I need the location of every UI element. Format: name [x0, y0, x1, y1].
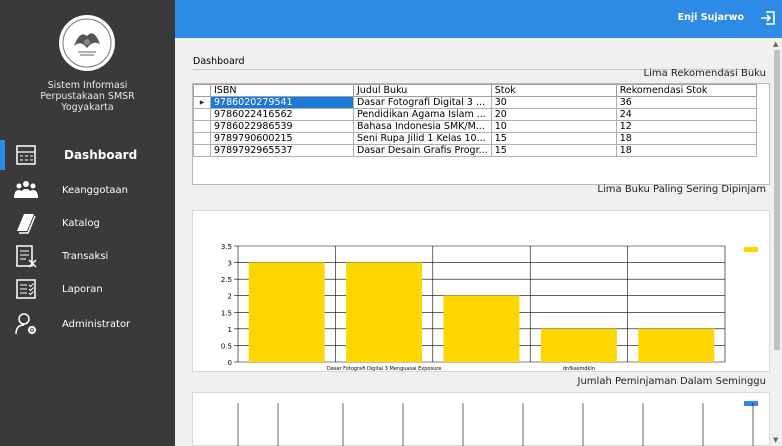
- x-tick-label: dnfkasmdkln: [563, 366, 595, 372]
- bar-chart: 00.511.522.533.5Dasar Desain Grafis Prog…: [221, 243, 758, 380]
- sidebar-item-katalog[interactable]: Katalog: [0, 208, 175, 238]
- logout-icon[interactable]: [760, 10, 776, 26]
- sidebar-item-label: Transaksi: [62, 250, 109, 262]
- table-cell[interactable]: Dasar Desain Grafis Progr...: [353, 144, 492, 157]
- row-selector: [193, 144, 211, 157]
- column-header[interactable]: Rekomendasi Stok: [615, 84, 757, 97]
- row-selector: [193, 132, 211, 145]
- table-cell[interactable]: 12: [615, 120, 757, 133]
- sidebar-item-label: Dashboard: [64, 148, 138, 162]
- main-content: Dashboard Lima Rekomendasi Buku ISBN Jud…: [175, 38, 782, 446]
- y-tick-label: 2.5: [221, 276, 232, 284]
- y-tick-label: 3: [228, 260, 232, 268]
- transaction-icon: [16, 245, 37, 268]
- y-tick-label: 0.5: [221, 342, 232, 350]
- active-indicator: [0, 140, 5, 170]
- bar: [346, 262, 423, 362]
- table-cell[interactable]: 9786022986539: [210, 120, 354, 133]
- scroll-up-icon[interactable]: ▲: [773, 40, 778, 48]
- weekly-borrowing-chart: [192, 392, 770, 446]
- sidebar-item-label: Keanggotaan: [62, 184, 129, 196]
- table-cell[interactable]: Pendidikan Agama Islam ...: [353, 108, 492, 121]
- row-selector: [193, 120, 211, 133]
- bar: [540, 328, 617, 362]
- borrowed-chart-title: Lima Buku Paling Sering Dipinjam: [597, 184, 766, 195]
- table-cell[interactable]: Dasar Fotografi Digital 3 ...: [353, 96, 492, 109]
- dashboard-icon: [16, 145, 36, 165]
- bar: [638, 328, 715, 362]
- app-title: Sistem Informasi Perpustakaan SMSR Yogya…: [0, 80, 175, 113]
- table-cell[interactable]: 15: [490, 132, 617, 145]
- sidebar-item-label: Katalog: [62, 217, 100, 229]
- top-bar: Enji Sujarwo: [175, 0, 782, 38]
- app-title-line: Sistem Informasi: [47, 80, 128, 91]
- column-header[interactable]: Stok: [490, 84, 617, 97]
- x-tick-label: Dasar Fotografi Digital 3 Menguasai Expo…: [327, 366, 441, 372]
- row-selector: [193, 108, 211, 121]
- table-row[interactable]: 9789790600215 Seni Rupa Jilid 1 Kelas 10…: [193, 132, 757, 145]
- bar-chart: [237, 401, 758, 446]
- recommend-title: Lima Rekomendasi Buku: [643, 68, 767, 79]
- table-cell[interactable]: 15: [490, 144, 617, 157]
- app-title-line: Perpustakaan SMSR: [40, 91, 135, 102]
- y-tick-label: 2: [228, 293, 232, 301]
- column-header[interactable]: ISBN: [210, 84, 354, 97]
- row-header-corner: [193, 84, 211, 97]
- table-cell[interactable]: 10: [490, 120, 617, 133]
- sidebar-item-dashboard[interactable]: Dashboard: [0, 140, 175, 170]
- top-borrowed-chart: 00.511.522.533.5Dasar Desain Grafis Prog…: [192, 210, 770, 380]
- table-cell[interactable]: Bahasa Indonesia SMK/M...: [353, 120, 492, 133]
- data-grid: ISBN Judul Buku Stok Rekomendasi Stok ▶ …: [193, 84, 757, 157]
- sidebar-item-label: Administrator: [62, 318, 131, 330]
- page-title: Dashboard: [193, 56, 245, 67]
- row-selector-arrow-icon: ▶: [193, 96, 211, 109]
- legend-swatch: [744, 247, 758, 252]
- table-row[interactable]: 9789792965537 Dasar Desain Grafis Progr.…: [193, 144, 757, 157]
- logo-emblem-icon: [62, 18, 112, 68]
- sidebar-item-laporan[interactable]: Laporan: [0, 274, 175, 304]
- table-cell[interactable]: 9789790600215: [210, 132, 354, 145]
- scroll-thumb[interactable]: [774, 50, 780, 350]
- table-cell[interactable]: 18: [615, 144, 757, 157]
- y-tick-label: 1.5: [221, 309, 232, 317]
- bar: [248, 262, 325, 362]
- table-header-row: ISBN Judul Buku Stok Rekomendasi Stok: [193, 84, 757, 97]
- recommendation-table[interactable]: ISBN Judul Buku Stok Rekomendasi Stok ▶ …: [192, 83, 770, 185]
- catalog-icon: [17, 214, 36, 234]
- admin-icon: [15, 313, 37, 335]
- table-cell[interactable]: 36: [615, 96, 757, 109]
- sidebar-item-transaksi[interactable]: Transaksi: [0, 241, 175, 271]
- sidebar-item-administrator[interactable]: Administrator: [0, 309, 175, 339]
- table-cell[interactable]: 20: [490, 108, 617, 121]
- scroll-down-icon[interactable]: ▼: [773, 436, 778, 444]
- table-row[interactable]: ▶ 9786020279541 Dasar Fotografi Digital …: [193, 96, 757, 109]
- table-row[interactable]: 9786022416562 Pendidikan Agama Islam ...…: [193, 108, 757, 121]
- vertical-scrollbar[interactable]: ▲ ▼: [772, 38, 782, 446]
- table-cell[interactable]: 9786022416562: [210, 108, 354, 121]
- y-tick-label: 3.5: [221, 243, 232, 251]
- user-name[interactable]: Enji Sujarwo: [678, 12, 744, 23]
- column-header[interactable]: Judul Buku: [353, 84, 492, 97]
- bar: [443, 295, 520, 362]
- table-cell[interactable]: Seni Rupa Jilid 1 Kelas 10...: [353, 132, 492, 145]
- y-tick-label: 1: [228, 326, 232, 334]
- sidebar-item-label: Laporan: [62, 283, 103, 295]
- table-cell[interactable]: 9786020279541: [210, 96, 354, 109]
- table-cell[interactable]: 24: [615, 108, 757, 121]
- school-logo: [59, 15, 115, 71]
- app-title-line: Yogyakarta: [61, 102, 114, 113]
- members-icon: [14, 181, 38, 198]
- table-cell[interactable]: 9789792965537: [210, 144, 354, 157]
- table-cell[interactable]: 18: [615, 132, 757, 145]
- table-cell[interactable]: 30: [490, 96, 617, 109]
- sidebar: Sistem Informasi Perpustakaan SMSR Yogya…: [0, 0, 175, 446]
- weekly-chart-title: Jumlah Peminjaman Dalam Seminggu: [577, 376, 766, 387]
- sidebar-item-keanggotaan[interactable]: Keanggotaan: [0, 175, 175, 205]
- table-row[interactable]: 9786022986539 Bahasa Indonesia SMK/M... …: [193, 120, 757, 133]
- legend-swatch: [744, 401, 758, 406]
- y-tick-label: 0: [228, 359, 232, 367]
- report-icon: [16, 279, 36, 299]
